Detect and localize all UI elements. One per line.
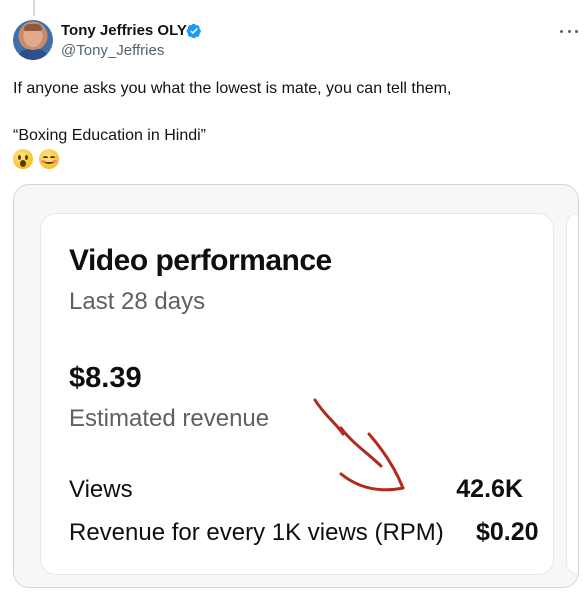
- thread-connector-line: [33, 0, 35, 16]
- rpm-label: Revenue for every 1K views (RPM): [69, 519, 444, 546]
- author-handle[interactable]: @Tony_Jeffries: [61, 41, 164, 61]
- author-display-name[interactable]: Tony Jeffries OLY: [61, 21, 187, 41]
- hand-drawn-arrow-icon: [313, 398, 405, 492]
- video-performance-card: Video performance Last 28 days $8.39 Est…: [40, 213, 554, 575]
- avatar-hair: [24, 24, 42, 31]
- avatar[interactable]: [13, 20, 53, 60]
- tweet-media-image[interactable]: Video performance Last 28 days $8.39 Est…: [13, 184, 579, 588]
- avatar-shirt: [17, 49, 49, 60]
- views-label: Views: [69, 476, 133, 503]
- emoji-row: [13, 149, 59, 169]
- more-options-icon[interactable]: [560, 26, 578, 36]
- views-value: 42.6K: [456, 475, 523, 503]
- verified-badge-icon: [186, 23, 201, 39]
- tweet-text-line: “Boxing Education in Hindi”: [13, 127, 206, 144]
- hushed-face-icon: [13, 149, 33, 169]
- smiling-face-with-blush-icon: [39, 149, 59, 169]
- tweet-text-line: If anyone asks you what the lowest is ma…: [13, 80, 452, 97]
- card-subtitle: Last 28 days: [69, 288, 206, 315]
- adjacent-card-edge: [566, 213, 578, 575]
- rpm-value: $0.20: [476, 518, 539, 546]
- card-title: Video performance: [69, 244, 332, 277]
- estimated-revenue-label: Estimated revenue: [69, 405, 270, 432]
- estimated-revenue-value: $8.39: [69, 362, 142, 394]
